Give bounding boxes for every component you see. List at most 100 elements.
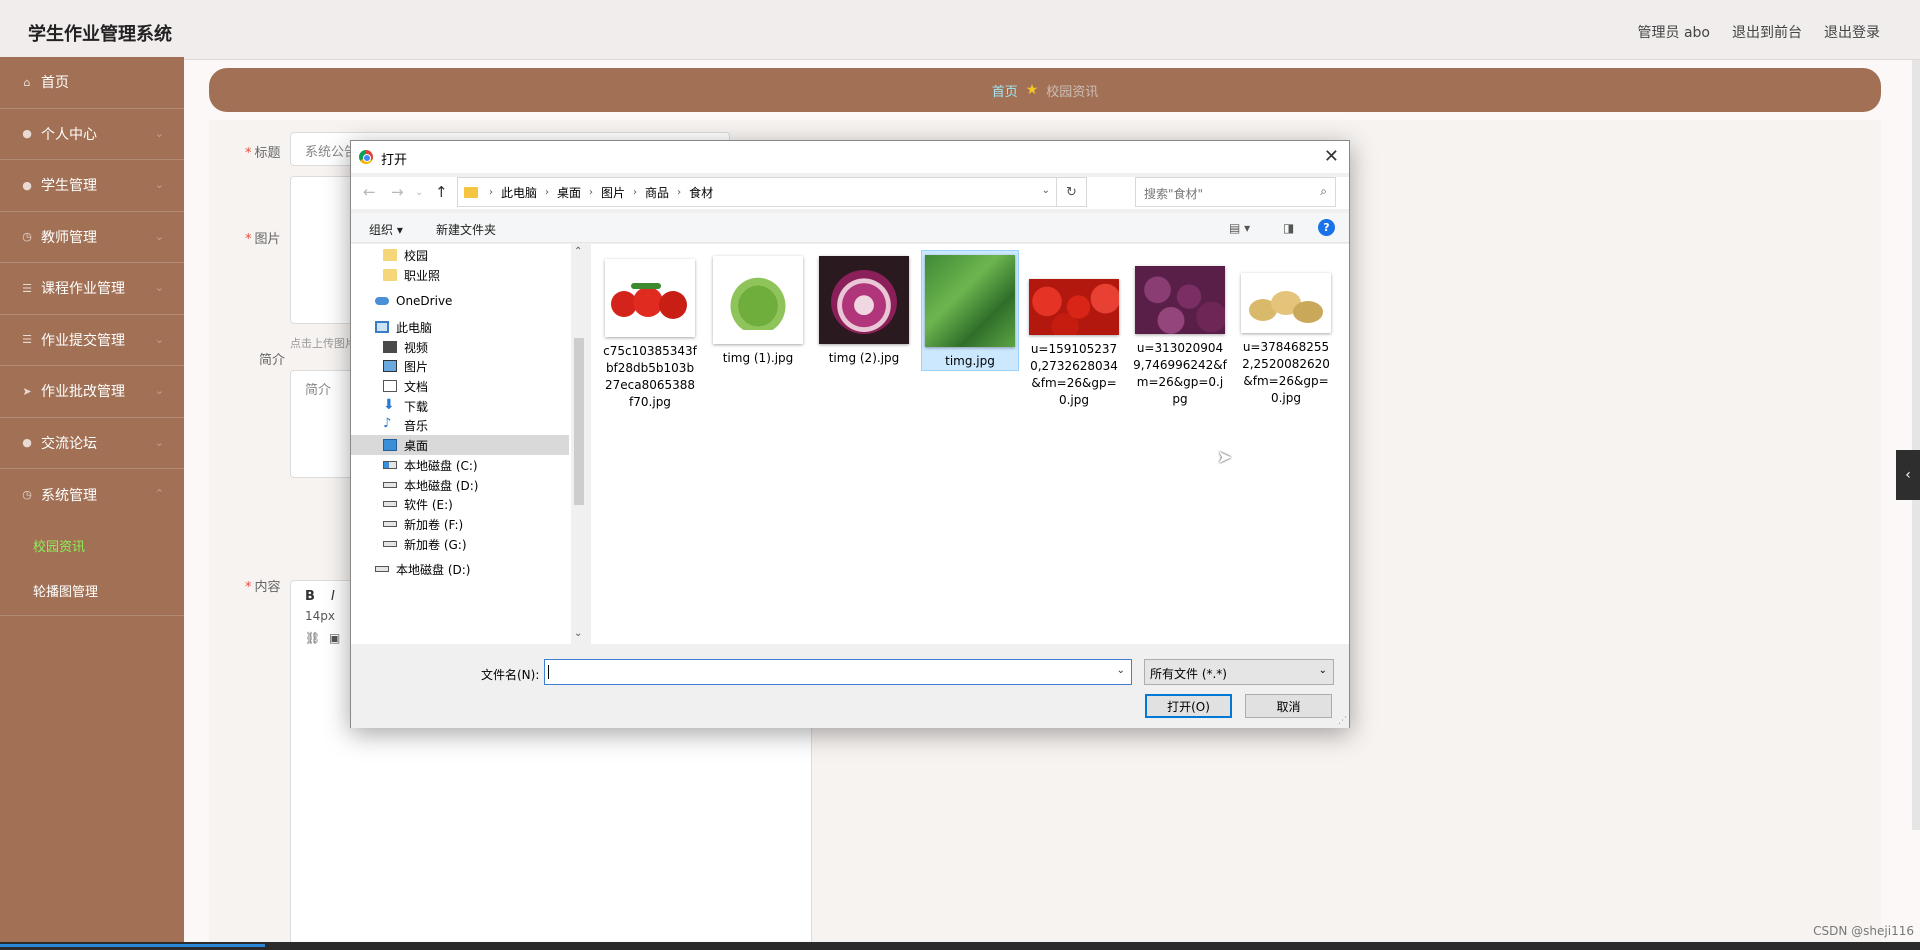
current-user-label[interactable]: 管理员 abo bbox=[1638, 22, 1710, 42]
italic-button[interactable]: I bbox=[331, 589, 335, 604]
path-segment[interactable]: 此电脑 bbox=[501, 184, 537, 201]
address-bar[interactable]: › 此电脑 › 桌面 › 图片 › 商品 › 食材 ⌄ ↻ bbox=[457, 177, 1087, 207]
sidebar-item-submissions[interactable]: ☰ 作业提交管理 ⌄ bbox=[0, 315, 184, 366]
nav-item-drive-c[interactable]: 本地磁盘 (C:) bbox=[383, 455, 478, 475]
chevron-down-icon: ⌄ bbox=[154, 435, 164, 449]
sidebar-item-system[interactable]: ◷ 系统管理 ⌃ bbox=[0, 469, 184, 521]
help-icon[interactable]: ? bbox=[1318, 219, 1335, 236]
nav-item-downloads[interactable]: ⬇ 下载 bbox=[383, 396, 428, 416]
chevron-down-icon[interactable]: ⌄ bbox=[1042, 185, 1050, 196]
back-arrow-icon[interactable]: ← bbox=[363, 183, 376, 201]
view-options-icon[interactable]: ▤ ▾ bbox=[1229, 221, 1250, 235]
path-segment[interactable]: 桌面 bbox=[557, 184, 581, 201]
nav-item-pictures[interactable]: 图片 bbox=[383, 356, 428, 376]
preview-pane-icon[interactable]: ◨ bbox=[1283, 221, 1294, 235]
drive-icon bbox=[383, 501, 397, 507]
font-size-select[interactable]: 14px bbox=[305, 609, 335, 623]
drive-icon bbox=[383, 461, 397, 469]
link-icon[interactable]: ⛓ bbox=[305, 631, 320, 645]
folder-icon bbox=[383, 269, 397, 281]
nav-item-drive-f[interactable]: 新加卷 (F:) bbox=[383, 514, 463, 534]
filename-input[interactable]: ⌄ bbox=[544, 659, 1132, 685]
sidebar-item-grading[interactable]: ➤ 作业批改管理 ⌄ bbox=[0, 366, 184, 418]
recent-dropdown-icon[interactable]: ⌄ bbox=[415, 187, 423, 198]
path-segment[interactable]: 食材 bbox=[689, 184, 713, 201]
cancel-button[interactable]: 取消 bbox=[1245, 694, 1332, 718]
file-item[interactable]: u=3130209049,746996242&fm=26&gp=0.jpg bbox=[1131, 266, 1229, 408]
picture-icon bbox=[383, 360, 397, 372]
chevron-down-icon: ⌄ bbox=[154, 384, 164, 397]
dialog-titlebar: 打开 ✕ bbox=[351, 141, 1349, 173]
logout-link[interactable]: 退出登录 bbox=[1824, 22, 1880, 42]
sidebar-item-home[interactable]: ⌂ 首页 bbox=[0, 57, 184, 109]
resize-grip-icon[interactable]: ⋰ bbox=[1338, 716, 1347, 726]
upload-hint: 点击上传图片 bbox=[290, 337, 356, 350]
page-scrollbar[interactable] bbox=[1912, 60, 1920, 830]
sidebar-item-carousel[interactable]: 轮播图管理 bbox=[0, 568, 184, 613]
nav-item-drive-d-2[interactable]: 本地磁盘 (D:) bbox=[375, 559, 470, 579]
chevron-right-icon: › bbox=[677, 186, 682, 198]
sidebar: ⌂ 首页 ● 个人中心 ⌄ ● 学生管理 ⌄ ◷ 教师管理 ⌄ ☰ 课程作业管理… bbox=[0, 57, 184, 950]
loading-progress bbox=[0, 944, 265, 947]
path-segment[interactable]: 图片 bbox=[601, 184, 625, 201]
nav-item-folder[interactable]: 职业照 bbox=[383, 265, 440, 285]
organize-button[interactable]: 组织 ▾ bbox=[369, 221, 403, 238]
path-segment[interactable]: 商品 bbox=[645, 184, 669, 201]
nav-item-music[interactable]: ♪ 音乐 bbox=[383, 415, 428, 435]
user-icon: ● bbox=[22, 178, 32, 192]
chevron-down-icon: ⌄ bbox=[154, 126, 164, 140]
image-thumbnail bbox=[713, 256, 803, 344]
scroll-up-icon[interactable]: ⌃ bbox=[574, 246, 582, 257]
file-item-selected[interactable]: timg.jpg bbox=[921, 250, 1019, 371]
chevron-right-icon: › bbox=[489, 186, 493, 198]
new-folder-button[interactable]: 新建文件夹 bbox=[436, 221, 496, 238]
chevron-down-icon[interactable]: ⌄ bbox=[1117, 665, 1125, 676]
nav-item-onedrive[interactable]: OneDrive bbox=[375, 291, 452, 311]
refresh-icon[interactable]: ↻ bbox=[1056, 178, 1086, 206]
file-item[interactable]: timg (1).jpg bbox=[709, 256, 807, 367]
file-item[interactable]: u=1591052370,2732628034&fm=26&gp=0.jpg bbox=[1025, 279, 1123, 409]
chevron-down-icon: ⌄ bbox=[154, 178, 164, 191]
up-arrow-icon[interactable]: ↑ bbox=[435, 183, 448, 201]
chevron-up-icon: ⌃ bbox=[154, 487, 164, 500]
forward-arrow-icon[interactable]: → bbox=[391, 183, 404, 201]
image-label: * 图片 bbox=[245, 232, 281, 247]
nav-scrollbar[interactable]: ⌃ ⌄ bbox=[571, 244, 587, 644]
sidebar-item-teachers[interactable]: ◷ 教师管理 ⌄ bbox=[0, 212, 184, 263]
file-item[interactable]: timg (2).jpg bbox=[815, 256, 913, 367]
sidebar-item-students[interactable]: ● 学生管理 ⌄ bbox=[0, 160, 184, 212]
drive-icon bbox=[375, 566, 389, 572]
breadcrumb-home[interactable]: 首页 bbox=[992, 81, 1018, 100]
filetype-select[interactable]: 所有文件 (*.*) ⌄ bbox=[1144, 659, 1334, 685]
file-item[interactable]: u=3784682552,2520082620&fm=26&gp=0.jpg bbox=[1237, 273, 1335, 407]
close-icon[interactable]: ✕ bbox=[1324, 146, 1339, 167]
collapse-tab[interactable]: ‹ bbox=[1896, 450, 1920, 500]
sidebar-item-label: 作业提交管理 bbox=[41, 332, 125, 349]
nav-item-drive-g[interactable]: 新加卷 (G:) bbox=[383, 534, 467, 554]
nav-item-documents[interactable]: 文档 bbox=[383, 376, 428, 396]
sidebar-item-campus-news[interactable]: 校园资讯 bbox=[0, 523, 184, 568]
search-input[interactable]: 搜索"食材" ⌕ bbox=[1135, 177, 1336, 207]
list-icon: ☰ bbox=[22, 333, 32, 347]
nav-item-desktop[interactable]: 桌面 bbox=[351, 435, 569, 455]
back-to-front-link[interactable]: 退出到前台 bbox=[1732, 22, 1802, 42]
nav-item-videos[interactable]: 视频 bbox=[383, 337, 428, 357]
file-name: u=3130209049,746996242&fm=26&gp=0.jpg bbox=[1133, 341, 1227, 406]
open-button[interactable]: 打开(O) bbox=[1145, 694, 1232, 718]
nav-item-drive-e[interactable]: 软件 (E:) bbox=[383, 494, 453, 514]
scroll-thumb[interactable] bbox=[574, 338, 584, 505]
file-item[interactable]: c75c10385343fbf28db5b103b27eca8065388f70… bbox=[601, 259, 699, 411]
nav-item-drive-d[interactable]: 本地磁盘 (D:) bbox=[383, 475, 478, 495]
sidebar-item-forum[interactable]: ● 交流论坛 ⌄ bbox=[0, 418, 184, 469]
nav-item-this-pc[interactable]: 此电脑 bbox=[375, 317, 432, 337]
nav-item-folder[interactable]: 校园 bbox=[383, 245, 428, 265]
sidebar-item-personal-center[interactable]: ● 个人中心 ⌄ bbox=[0, 109, 184, 160]
sidebar-item-label: 系统管理 bbox=[41, 487, 97, 504]
image-thumbnail bbox=[1029, 279, 1119, 335]
bold-button[interactable]: B bbox=[305, 589, 315, 604]
sidebar-item-course-homework[interactable]: ☰ 课程作业管理 ⌄ bbox=[0, 263, 184, 315]
file-name: timg (2).jpg bbox=[828, 351, 900, 365]
image-icon[interactable]: ▣ bbox=[329, 631, 340, 645]
image-thumbnail bbox=[1241, 273, 1331, 333]
scroll-down-icon[interactable]: ⌄ bbox=[574, 628, 582, 639]
